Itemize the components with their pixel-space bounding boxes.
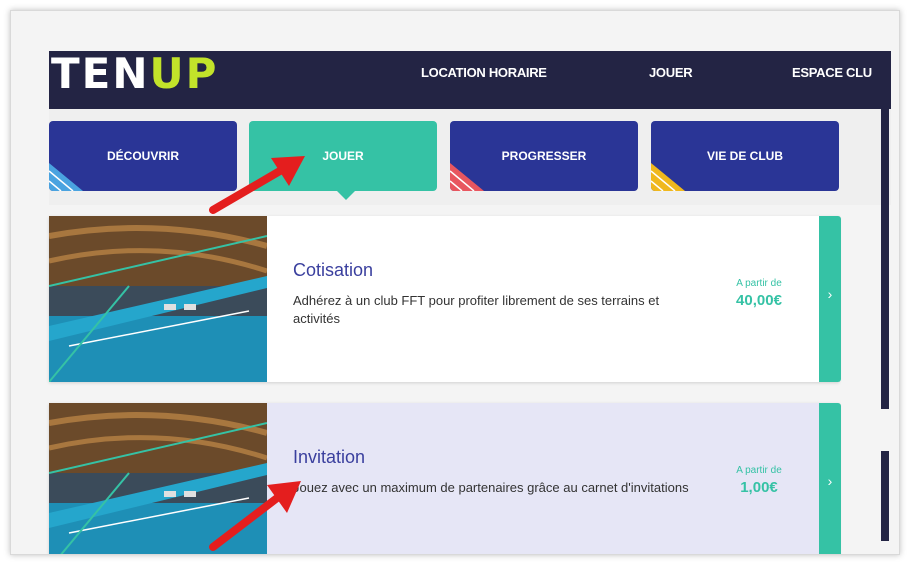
tennis-hall-image (49, 216, 267, 382)
red-arrow-icon (209, 156, 305, 214)
nav-link-espace-club[interactable]: ESPACE CLU (792, 65, 872, 80)
nav-link-location-horaire[interactable]: LOCATION HORAIRE (421, 65, 547, 80)
card-description: Adhérez à un club FFT pour profiter libr… (293, 293, 660, 326)
logo-part-ten: TEN (51, 49, 150, 98)
offer-card-invitation[interactable]: Invitation Jouez avec un maximum de part… (49, 403, 839, 554)
tab-label: DÉCOUVRIR (106, 149, 179, 163)
tab-label: JOUER (322, 149, 364, 163)
tenup-logo[interactable]: TENUP (51, 51, 218, 97)
card-open-button[interactable]: › (819, 216, 841, 382)
offer-card-cotisation[interactable]: Cotisation Adhérez à un club FFT pour pr… (49, 216, 839, 382)
logo-part-up: UP (149, 49, 219, 98)
court-corner-icon (651, 163, 685, 191)
screenshot-frame: TENUP LOCATION HORAIRE JOUER ESPACE CLU … (10, 10, 900, 555)
tab-progresser[interactable]: PROGRESSER (450, 121, 638, 191)
court-corner-icon (450, 163, 484, 191)
side-panel-edge (881, 451, 889, 541)
card-open-button[interactable]: › (819, 403, 841, 554)
tab-vie-de-club[interactable]: VIE DE CLUB (651, 121, 839, 191)
red-arrow-icon (209, 481, 301, 551)
card-title: Cotisation (293, 260, 374, 280)
price-value: 1,00€ (740, 479, 778, 496)
nav-link-jouer[interactable]: JOUER (649, 65, 693, 80)
card-title: Invitation (293, 447, 366, 467)
category-tabs: DÉCOUVRIR JOUER PROGRESSER VIE DE CLUB (49, 109, 891, 205)
card-description: Jouez avec un maximum de partenaires grâ… (293, 480, 689, 495)
tab-label: PROGRESSER (501, 149, 587, 163)
side-panel-edge (881, 109, 889, 409)
chevron-right-icon: › (827, 473, 833, 489)
top-header: TENUP LOCATION HORAIRE JOUER ESPACE CLU (49, 51, 891, 109)
price-label: A partir de (736, 465, 782, 476)
active-tab-pointer (335, 189, 357, 200)
price-value: 40,00€ (736, 292, 782, 309)
court-corner-icon (49, 163, 83, 191)
price-label: A partir de (736, 278, 782, 289)
chevron-right-icon: › (827, 286, 833, 302)
tab-label: VIE DE CLUB (706, 149, 783, 163)
